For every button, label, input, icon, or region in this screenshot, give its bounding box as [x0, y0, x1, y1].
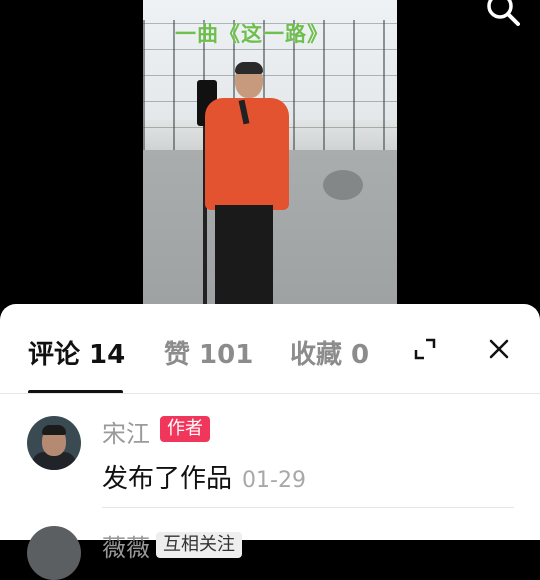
- close-button[interactable]: [486, 336, 512, 362]
- singer-hair: [235, 62, 263, 74]
- video-shadow: [323, 170, 363, 200]
- comment-date: 01-29: [242, 468, 306, 493]
- avatar[interactable]: [27, 526, 81, 580]
- expand-icon: [414, 338, 436, 360]
- tab-divider: [0, 393, 540, 394]
- search-icon: [487, 0, 520, 26]
- tab-likes[interactable]: 赞 101: [164, 334, 253, 371]
- tab-bar: 评论 14 赞 101 收藏 0: [0, 304, 540, 394]
- comment-sheet: 评论 14 赞 101 收藏 0 宋江 作者 发布了作品 01-29 薇薇 互相…: [0, 304, 540, 580]
- expand-button[interactable]: [412, 336, 438, 362]
- comment-text: 发布了作品: [102, 464, 233, 494]
- avatar-hair: [42, 425, 66, 435]
- comment-divider: [102, 507, 514, 508]
- tab-comments[interactable]: 评论 14: [28, 334, 125, 371]
- singer-legs: [215, 205, 273, 305]
- comment-username[interactable]: 宋江: [102, 414, 150, 449]
- author-badge: 作者: [160, 416, 210, 442]
- video-overlay-title: 一曲《这一路》: [175, 22, 329, 46]
- comment-username[interactable]: 薇薇: [102, 528, 150, 563]
- comment-item[interactable]: 宋江 作者 发布了作品 01-29: [0, 414, 540, 514]
- tab-favorites[interactable]: 收藏 0: [290, 334, 369, 371]
- video-player[interactable]: 一曲《这一路》: [0, 0, 540, 320]
- search-button[interactable]: [484, 0, 524, 30]
- mutual-follow-badge: 互相关注: [156, 532, 242, 558]
- close-icon: [489, 339, 509, 359]
- avatar[interactable]: [27, 416, 81, 470]
- comment-body: 发布了作品 01-29: [102, 458, 306, 495]
- comment-item[interactable]: 薇薇 互相关注: [0, 526, 540, 580]
